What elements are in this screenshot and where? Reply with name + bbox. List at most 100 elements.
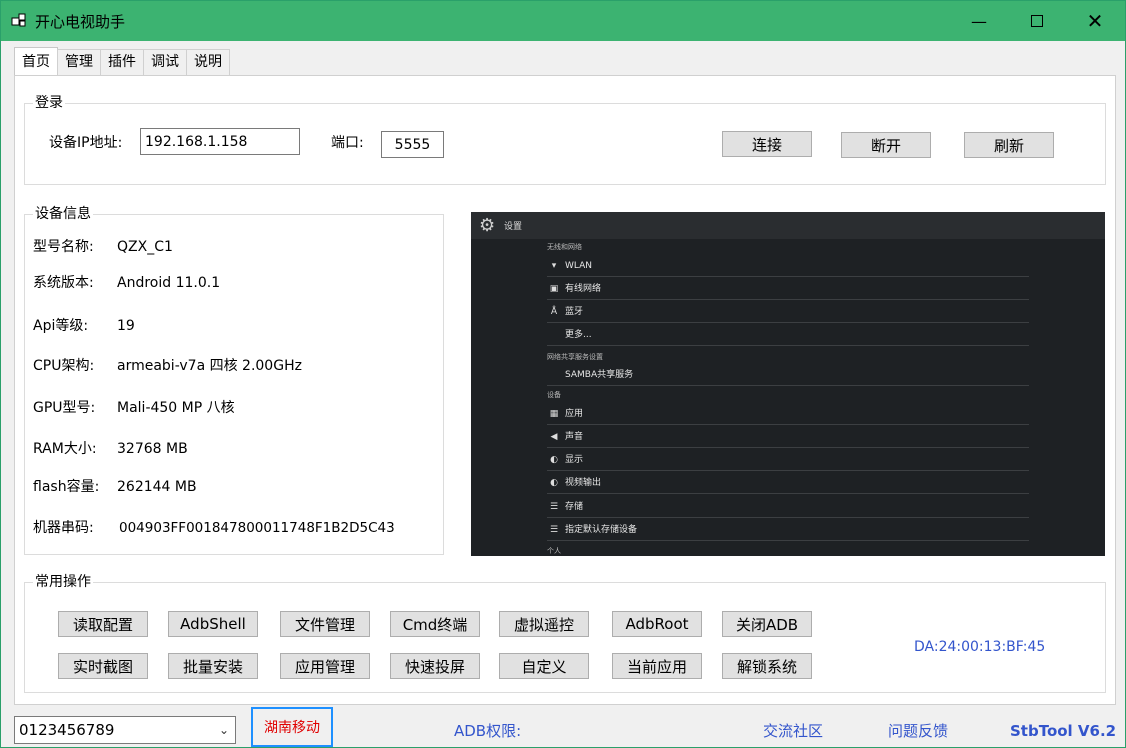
- settings-item-video-out: ◐ 视频输出: [547, 472, 1029, 494]
- port-input[interactable]: 5555: [381, 131, 444, 158]
- ram-label: RAM大小:: [33, 441, 97, 457]
- os-version-label: 系统版本:: [33, 275, 94, 291]
- adb-permission-label: ADB权限:: [454, 722, 522, 740]
- settings-item-label: 指定默认存储设备: [565, 525, 638, 535]
- home-tab-page: 登录 设备IP地址: 192.168.1.158 端口: 5555 连接 断开 …: [14, 75, 1116, 705]
- settings-item-more: 更多...: [547, 324, 1029, 346]
- tab-debug[interactable]: 调试: [143, 49, 187, 75]
- operations-group-title: 常用操作: [33, 573, 93, 591]
- settings-item-label: 显示: [565, 455, 584, 465]
- tab-plugins[interactable]: 插件: [100, 49, 144, 75]
- adbroot-button[interactable]: AdbRoot: [612, 611, 702, 637]
- close-adb-button[interactable]: 关闭ADB: [722, 611, 812, 637]
- version-label: StbTool V6.2: [1010, 722, 1117, 740]
- ip-input[interactable]: 192.168.1.158: [140, 128, 300, 155]
- login-group-title: 登录: [33, 94, 65, 112]
- virtual-remote-button[interactable]: 虚拟遥控: [499, 611, 589, 637]
- live-screenshot-button[interactable]: 实时截图: [58, 653, 148, 679]
- settings-item-label: SAMBA共享服务: [565, 370, 634, 380]
- list-icon: ☰: [549, 502, 559, 512]
- flash-label: flash容量:: [33, 479, 100, 495]
- feedback-link[interactable]: 问题反馈: [888, 722, 948, 740]
- speaker-icon: ◀: [550, 432, 558, 442]
- tab-help[interactable]: 说明: [186, 49, 230, 75]
- settings-item-label: 声音: [565, 432, 584, 442]
- settings-item-label: WLAN: [565, 261, 593, 271]
- settings-item-display: ◐ 显示: [547, 449, 1029, 471]
- device-select[interactable]: 0123456789 ⌄: [14, 716, 236, 744]
- app-windows-icon: [11, 13, 26, 27]
- disconnect-button[interactable]: 断开: [841, 132, 931, 158]
- brightness-icon: ◐: [550, 455, 558, 465]
- flash-value: 262144 MB: [117, 479, 197, 495]
- unlock-system-button[interactable]: 解锁系统: [722, 653, 812, 679]
- cpu-value: armeabi-v7a 四核 2.00GHz: [117, 358, 302, 374]
- list-icon: ☰: [549, 525, 559, 535]
- settings-section: 无线和网络: [547, 243, 582, 251]
- mac-address: DA:24:00:13:BF:45: [914, 639, 1046, 655]
- bluetooth-icon: Å: [550, 307, 558, 317]
- file-manager-button[interactable]: 文件管理: [280, 611, 370, 637]
- title-bar[interactable]: 开心电视助手 — ✕: [1, 1, 1125, 41]
- device-info-group: 设备信息 型号名称: QZX_C1 系统版本: Android 11.0.1 A…: [24, 205, 444, 555]
- settings-item-sound: ◀ 声音: [547, 426, 1029, 448]
- window-title: 开心电视助手: [35, 13, 126, 31]
- minimize-button[interactable]: —: [956, 1, 1002, 41]
- quick-cast-button[interactable]: 快速投屏: [390, 653, 480, 679]
- cmd-terminal-button[interactable]: Cmd终端: [390, 611, 480, 637]
- image-icon: ▦: [549, 409, 559, 419]
- maximize-icon: [1031, 15, 1043, 27]
- tab-manage[interactable]: 管理: [57, 49, 101, 75]
- operations-group: 常用操作 读取配置 AdbShell 文件管理 Cmd终端 虚拟遥控 AdbRo…: [24, 573, 1106, 693]
- maximize-button[interactable]: [1014, 1, 1060, 41]
- settings-section: 个人: [547, 547, 561, 555]
- settings-item-label: 视频输出: [565, 478, 602, 488]
- adbshell-button[interactable]: AdbShell: [168, 611, 258, 637]
- device-select-value: 0123456789: [19, 721, 115, 739]
- settings-item-wlan: ▾ WLAN: [547, 255, 1029, 277]
- settings-item-ethernet: ▣ 有线网络: [547, 278, 1029, 300]
- gear-icon: ⚙: [479, 215, 496, 236]
- port-label: 端口:: [331, 135, 364, 151]
- model-label: 型号名称:: [33, 239, 94, 255]
- app-manager-button[interactable]: 应用管理: [280, 653, 370, 679]
- settings-section: 网络共享服务设置: [547, 353, 603, 361]
- settings-item-label: 蓝牙: [565, 307, 584, 317]
- gpu-label: GPU型号:: [33, 400, 96, 416]
- refresh-button[interactable]: 刷新: [964, 132, 1054, 158]
- connect-button[interactable]: 连接: [722, 131, 812, 157]
- ip-label: 设备IP地址:: [49, 135, 123, 151]
- close-icon: ✕: [1086, 9, 1104, 33]
- main-window: 开心电视助手 — ✕ 首页 管理 插件 调试 说明 登录 设备IP地址: 192…: [0, 0, 1126, 748]
- custom-button[interactable]: 自定义: [499, 653, 589, 679]
- carrier-label: 湖南移动: [251, 707, 333, 747]
- gpu-value: Mali-450 MP 八核: [117, 400, 235, 416]
- brightness-icon: ◐: [550, 478, 558, 488]
- settings-title: 设置: [504, 222, 523, 232]
- close-button[interactable]: ✕: [1072, 1, 1118, 41]
- read-config-button[interactable]: 读取配置: [58, 611, 148, 637]
- serial-value: 004903FF001847800011748F1B2D5C43: [119, 520, 395, 536]
- current-app-button[interactable]: 当前应用: [612, 653, 702, 679]
- community-link[interactable]: 交流社区: [763, 722, 823, 740]
- minimize-icon: —: [971, 11, 987, 31]
- settings-item-label: 应用: [565, 409, 584, 419]
- serial-label: 机器串码:: [33, 520, 94, 536]
- settings-item-storage: ☰ 存储: [547, 496, 1029, 518]
- tab-strip: 首页 管理 插件 调试 说明: [14, 47, 230, 76]
- tab-home[interactable]: 首页: [14, 47, 58, 75]
- ram-value: 32768 MB: [117, 441, 188, 457]
- wifi-icon: ▾: [551, 261, 557, 271]
- chevron-down-icon: ⌄: [218, 723, 229, 737]
- settings-item-apps: ▦ 应用: [547, 403, 1029, 425]
- model-value: QZX_C1: [117, 239, 173, 255]
- batch-install-button[interactable]: 批量安装: [168, 653, 258, 679]
- settings-item-label: 更多...: [565, 330, 592, 340]
- device-screen-preview[interactable]: ⚙ 设置 无线和网络 ▾ WLAN ▣ 有线网络 Å 蓝牙 更多... 网络共享服务设…: [471, 212, 1105, 556]
- login-group: 登录 设备IP地址: 192.168.1.158 端口: 5555 连接 断开 …: [24, 94, 1106, 185]
- api-level-label: Api等级:: [33, 318, 89, 334]
- ethernet-icon: ▣: [549, 284, 559, 294]
- settings-item-default-storage: ☰ 指定默认存储设备: [547, 519, 1029, 541]
- settings-item-samba: SAMBA共享服务: [547, 364, 1029, 386]
- settings-section: 设备: [547, 391, 561, 399]
